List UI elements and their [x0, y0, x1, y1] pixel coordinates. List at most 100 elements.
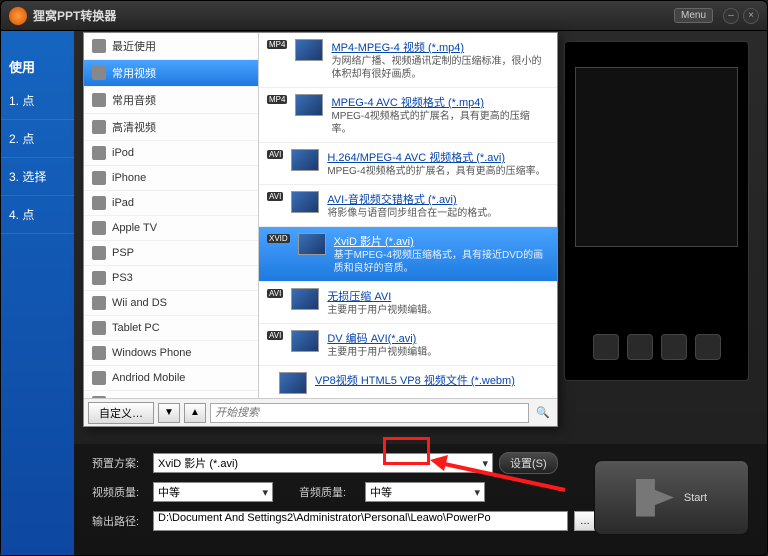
dropdown-toggle-button[interactable]: ▼	[158, 403, 180, 423]
category-item[interactable]: Andriod Mobile	[84, 366, 258, 391]
category-item[interactable]: Tablet PC	[84, 316, 258, 341]
category-label: 常用视频	[112, 65, 156, 81]
format-item[interactable]: AVIAVI-音视频交错格式 (*.avi)将影像与语音同步组合在一起的格式。	[259, 185, 557, 227]
format-badge: MP4	[267, 40, 287, 49]
category-item[interactable]: 最近使用	[84, 33, 258, 60]
preview-viewport	[575, 67, 738, 247]
format-description: MPEG-4视频格式的扩展名，具有更高的压缩率。	[327, 165, 549, 178]
start-button[interactable]: Start	[594, 460, 749, 535]
category-item[interactable]: PSP	[84, 241, 258, 266]
menu-button[interactable]: Menu	[674, 8, 713, 23]
category-label: Tablet PC	[112, 322, 160, 334]
category-list[interactable]: 最近使用常用视频常用音频高清视频iPodiPhoneiPadApple TVPS…	[84, 33, 259, 398]
format-list[interactable]: MP4MP4-MPEG-4 视频 (*.mp4)为网络广播、视频通讯定制的压缩标…	[259, 33, 557, 398]
annotation-arrow-icon	[430, 455, 570, 495]
video-quality-dropdown[interactable]: 中等	[153, 482, 273, 502]
start-label: Start	[684, 492, 707, 504]
format-thumbnail-icon	[291, 288, 319, 310]
format-title: XviD 影片 (*.avi)	[334, 233, 549, 249]
format-title: H.264/MPEG-4 AVC 视频格式 (*.avi)	[327, 149, 549, 165]
category-label: iPad	[112, 197, 134, 209]
category-item[interactable]: Mobile Phone	[84, 391, 258, 398]
category-item[interactable]: PS3	[84, 266, 258, 291]
category-item[interactable]: 常用视频	[84, 60, 258, 87]
annotation-highlight-box	[383, 437, 430, 465]
prev-button[interactable]	[593, 334, 619, 360]
search-input[interactable]	[210, 403, 529, 423]
clock-icon	[92, 39, 106, 53]
format-title: 无损压缩 AVI	[327, 288, 549, 304]
category-label: Wii and DS	[112, 297, 167, 309]
format-description: 为网络广播、视频通讯定制的压缩标准，很小的体积却有很好画质。	[331, 55, 549, 81]
format-item[interactable]: VP8视频 HTML5 VP8 视频文件 (*.webm)	[259, 366, 557, 398]
video-icon	[92, 66, 106, 80]
sidebar-step-1[interactable]: 1. 点	[1, 82, 74, 120]
format-badge: XVID	[267, 234, 290, 243]
category-item[interactable]: iPhone	[84, 166, 258, 191]
psp-icon	[92, 246, 106, 260]
format-title: DV 编码 AVI(*.avi)	[327, 330, 549, 346]
format-badge: AVI	[267, 150, 283, 159]
format-description: 主要用于用户视频编辑。	[327, 346, 549, 359]
browse-button[interactable]: …	[574, 511, 596, 531]
output-path-label: 输出路径:	[92, 513, 147, 529]
category-item[interactable]: 常用音频	[84, 87, 258, 114]
format-title: MPEG-4 AVC 视频格式 (*.mp4)	[331, 94, 549, 110]
format-item[interactable]: MP4MP4-MPEG-4 视频 (*.mp4)为网络广播、视频通讯定制的压缩标…	[259, 33, 557, 88]
format-badge: AVI	[267, 289, 283, 298]
ipod-icon	[92, 146, 106, 160]
sidebar-step-2[interactable]: 2. 点	[1, 120, 74, 158]
category-item[interactable]: iPad	[84, 191, 258, 216]
audio-quality-label: 音频质量:	[299, 484, 359, 500]
app-title: 狸窝PPT转换器	[33, 7, 674, 24]
format-title: AVI-音视频交错格式 (*.avi)	[327, 191, 549, 207]
output-path-field[interactable]: D:\Document And Settings2\Administrator\…	[153, 511, 568, 531]
custom-button[interactable]: 自定义…	[88, 402, 154, 424]
appletv-icon	[92, 221, 106, 235]
winphone-icon	[92, 346, 106, 360]
sidebar: 使用 1. 点 2. 点 3. 选择 4. 点	[1, 31, 74, 555]
search-icon[interactable]: 🔍	[533, 403, 553, 423]
format-item[interactable]: MP4MPEG-4 AVC 视频格式 (*.mp4)MPEG-4视频格式的扩展名…	[259, 88, 557, 143]
collapse-button[interactable]: ▲	[184, 403, 206, 423]
sidebar-header: 使用	[1, 51, 74, 82]
format-item[interactable]: AVI H.264/MPEG-4 AVC 视频格式 (*.avi)MPEG-4视频…	[259, 143, 557, 185]
format-badge: AVI	[267, 331, 283, 340]
close-button[interactable]: ×	[743, 8, 759, 24]
minimize-button[interactable]: –	[723, 8, 739, 24]
category-item[interactable]: iPod	[84, 141, 258, 166]
format-item[interactable]: AVI 无损压缩 AVI主要用于用户视频编辑。	[259, 282, 557, 324]
ps3-icon	[92, 271, 106, 285]
android-icon	[92, 371, 106, 385]
format-description: 将影像与语音同步组合在一起的格式。	[327, 207, 549, 220]
category-label: PS3	[112, 272, 133, 284]
playback-controls	[565, 334, 748, 360]
format-description: 主要用于用户视频编辑。	[327, 304, 549, 317]
category-item[interactable]: Apple TV	[84, 216, 258, 241]
app-logo-icon	[9, 7, 27, 25]
iphone-icon	[92, 171, 106, 185]
format-thumbnail-icon	[291, 191, 319, 213]
category-item[interactable]: Windows Phone	[84, 341, 258, 366]
audio-icon	[92, 93, 106, 107]
format-item[interactable]: XVIDXviD 影片 (*.avi)基于MPEG-4视频压缩格式，具有接近DV…	[259, 227, 557, 282]
format-thumbnail-icon	[279, 372, 307, 394]
sidebar-step-4[interactable]: 4. 点	[1, 196, 74, 234]
category-label: 高清视频	[112, 119, 156, 135]
start-icon	[636, 479, 674, 517]
profile-label: 预置方案:	[92, 455, 147, 471]
format-item[interactable]: AVI DV 编码 AVI(*.avi)主要用于用户视频编辑。	[259, 324, 557, 366]
category-item[interactable]: Wii and DS	[84, 291, 258, 316]
preview-panel	[564, 41, 749, 381]
next-button[interactable]	[661, 334, 687, 360]
play-button[interactable]	[627, 334, 653, 360]
category-label: Andriod Mobile	[112, 372, 185, 384]
format-badge: MP4	[267, 95, 287, 104]
hd-icon	[92, 120, 106, 134]
format-title: VP8视频 HTML5 VP8 视频文件 (*.webm)	[315, 372, 549, 388]
stop-button[interactable]	[695, 334, 721, 360]
category-label: 最近使用	[112, 38, 156, 54]
format-thumbnail-icon	[291, 149, 319, 171]
sidebar-step-3[interactable]: 3. 选择	[1, 158, 74, 196]
category-item[interactable]: 高清视频	[84, 114, 258, 141]
